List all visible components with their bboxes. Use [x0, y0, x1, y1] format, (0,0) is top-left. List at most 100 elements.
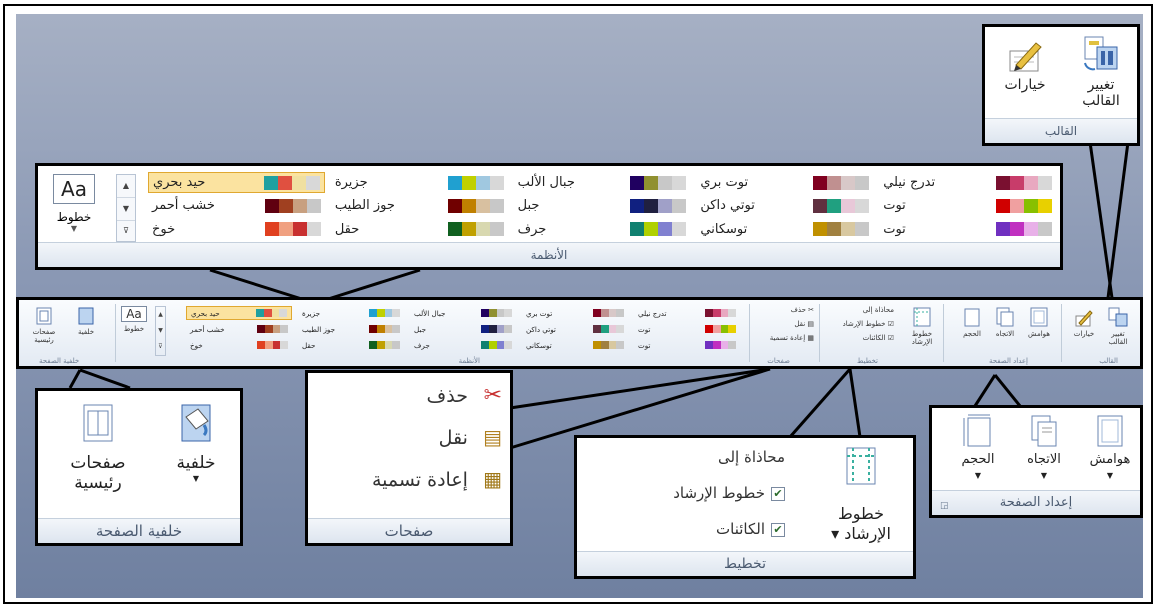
scheme-item[interactable]: توت [634, 338, 740, 352]
ribbon-objects-check-label: الكائنات [862, 334, 886, 342]
scheme-item[interactable]: حقل [331, 219, 508, 240]
scroll-up-icon[interactable]: ▲ [117, 175, 135, 197]
color-swatch [1038, 175, 1052, 190]
color-swatch [705, 325, 713, 333]
color-swatch [616, 341, 624, 349]
background-button[interactable]: خلفية ▼ [156, 401, 236, 487]
color-swatch [1038, 222, 1052, 237]
scheme-item[interactable]: جوز الطيب [298, 322, 404, 336]
scheme-swatch [630, 222, 687, 237]
master-pages-button[interactable]: صفحات رئيسية [50, 401, 146, 492]
delete-button[interactable]: ✂ حذف [427, 383, 502, 408]
ribbon-rename-button[interactable]: ▦ إعادة تسمية [770, 334, 814, 342]
scheme-item[interactable]: تدرج نيلي [879, 172, 1056, 193]
scheme-swatch [481, 325, 512, 333]
ribbon-background-button[interactable]: خلفية [69, 306, 103, 336]
scheme-item[interactable]: توسكاني [696, 219, 873, 240]
ribbon-guides-checkbox[interactable]: ☑ خطوط الإرشاد [843, 320, 894, 328]
color-swatch [496, 341, 505, 349]
scheme-item[interactable]: خشب أحمر [148, 195, 325, 216]
scheme-item[interactable]: جبل [514, 195, 691, 216]
change-theme-button[interactable]: تغيير القالب [1069, 33, 1133, 109]
scroll-down-icon[interactable]: ▼ [117, 197, 135, 220]
scheme-item[interactable]: حيد بحري [148, 172, 325, 194]
scheme-item[interactable]: توت [879, 219, 1056, 240]
objects-checkbox[interactable]: ✔ الكائنات [716, 520, 785, 538]
color-swatch [728, 325, 736, 333]
scheme-item[interactable]: جزيرة [331, 172, 508, 193]
scheme-item[interactable]: جبل [410, 322, 516, 336]
scheme-item[interactable]: تدرج نيلي [634, 306, 740, 320]
ribbon-size-button[interactable]: الحجم [958, 306, 986, 338]
scheme-item[interactable]: جبال الألب [410, 306, 516, 320]
scheme-swatch [996, 175, 1052, 190]
ribbon-orientation-button[interactable]: الاتجاه [990, 306, 1020, 338]
color-swatch [593, 341, 601, 349]
scheme-name: توتي داكن [700, 198, 755, 214]
layout-group-label: تخطيط [577, 551, 913, 576]
scheme-item[interactable]: حيد بحري [186, 306, 292, 320]
color-swatch [489, 175, 504, 190]
chevron-down-icon: ▼ [192, 474, 200, 483]
scheme-item[interactable]: جزيرة [298, 306, 404, 320]
ribbon-master-pages-button[interactable]: صفحات رئيسية [27, 306, 61, 344]
ribbon-options-button[interactable]: خيارات [1070, 308, 1098, 338]
color-swatch [461, 175, 476, 190]
scheme-item[interactable]: جرف [514, 219, 691, 240]
scheme-swatch [369, 309, 400, 317]
color-swatch [608, 325, 617, 333]
scheme-item[interactable]: جرف [410, 338, 516, 352]
scheme-swatch [264, 198, 321, 213]
scheme-swatch [369, 341, 400, 349]
fonts-icon: Aa [121, 306, 147, 322]
scheme-swatch [256, 309, 287, 317]
scheme-name: حقل [334, 221, 360, 237]
more-icon[interactable]: ⊽ [117, 220, 135, 241]
scheme-item[interactable]: جوز الطيب [331, 195, 508, 216]
ribbon-fonts-label: خطوط [123, 325, 145, 333]
color-swatch [644, 222, 659, 237]
margins-button[interactable]: هوامش ▼ [1080, 414, 1140, 484]
ribbon-move-button[interactable]: ▤ نقل [794, 320, 814, 328]
color-swatch [996, 222, 1010, 237]
dialog-launcher-icon[interactable]: ◲ [940, 501, 949, 511]
ribbon-change-theme-button[interactable]: تغيير القالب [1102, 306, 1134, 346]
ribbon-objects-checkbox[interactable]: ☑ الكائنات [863, 334, 894, 342]
scheme-item[interactable]: توتي داكن [522, 322, 628, 336]
size-icon [964, 308, 980, 327]
color-swatch [488, 341, 497, 349]
scheme-item[interactable]: خوخ [148, 219, 325, 240]
ribbon-delete-button[interactable]: ✂ حذف [791, 306, 814, 314]
move-label: نقل [438, 427, 468, 449]
size-button[interactable]: الحجم ▼ [948, 414, 1008, 484]
ribbon-change-theme-label-2: القالب [1108, 338, 1128, 346]
scheme-item[interactable]: خوخ [186, 338, 292, 352]
scheme-item[interactable]: توتي داكن [696, 195, 873, 216]
orientation-button[interactable]: الاتجاه ▼ [1014, 414, 1074, 484]
scheme-name: جرف [414, 340, 430, 350]
ribbon-guides-button[interactable]: خطوط الإرشاد [906, 306, 938, 346]
scheme-item[interactable]: توت [634, 322, 740, 336]
scheme-item[interactable]: حقل [298, 338, 404, 352]
move-button[interactable]: ▤ نقل [439, 425, 502, 449]
scheme-item[interactable]: جبال الألب [514, 172, 691, 193]
guides-checkbox[interactable]: ✔ خطوط الإرشاد [673, 484, 785, 502]
color-swatch [272, 341, 281, 349]
scheme-swatch [369, 325, 400, 333]
scheme-swatch [630, 198, 687, 213]
ribbon-margins-button[interactable]: هوامش [1024, 306, 1054, 338]
guides-button[interactable]: خطوط الإرشاد ▾ [813, 444, 909, 542]
rename-button[interactable]: ▦ إعادة تسمية [372, 467, 502, 491]
rename-icon: ▦ [483, 467, 502, 491]
scheme-item[interactable]: توت بري [696, 172, 873, 193]
scheme-item[interactable]: توسكاني [522, 338, 628, 352]
color-swatch [257, 341, 265, 349]
options-button[interactable]: خيارات [997, 37, 1053, 93]
scheme-item[interactable]: خشب أحمر [186, 322, 292, 336]
scheme-item[interactable]: توت بري [522, 306, 628, 320]
size-icon [963, 414, 991, 447]
scheme-item[interactable]: توت [879, 195, 1056, 216]
background-icon [78, 307, 94, 325]
fonts-button[interactable]: Aa خطوط ▼ [44, 172, 104, 244]
ribbon-fonts-button[interactable]: Aa خطوط [119, 306, 149, 333]
